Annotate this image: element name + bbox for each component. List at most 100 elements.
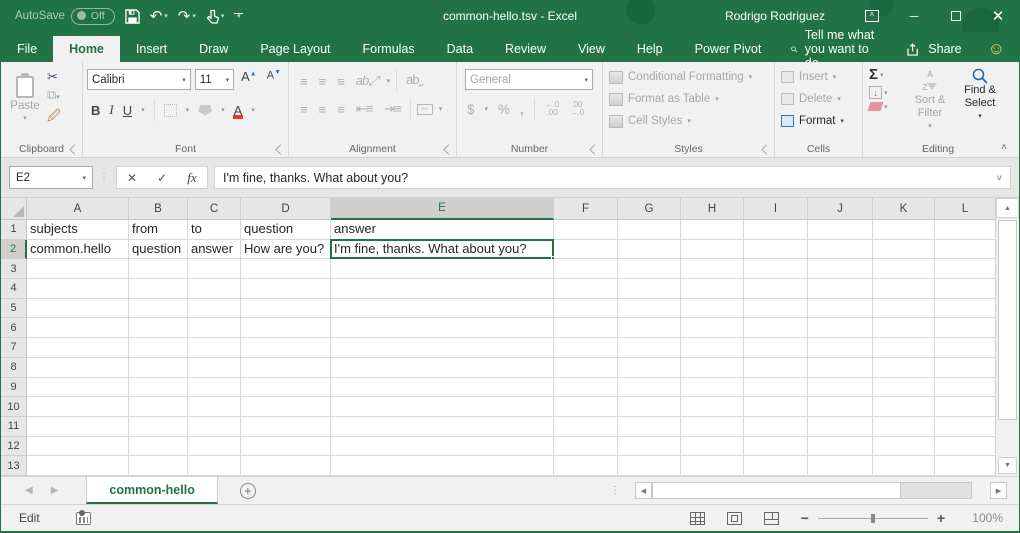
column-header-A[interactable]: A <box>27 198 129 220</box>
cell-L5[interactable] <box>935 299 996 319</box>
currency-dropdown-icon[interactable]: ▾ <box>485 105 489 113</box>
cell-B6[interactable] <box>129 318 188 338</box>
cell-A4[interactable] <box>27 279 129 299</box>
share-button[interactable]: Share <box>907 42 961 56</box>
cell-H12[interactable] <box>681 437 744 457</box>
cell-B3[interactable] <box>129 259 188 279</box>
previous-sheet-button[interactable]: ◀ <box>25 485 33 496</box>
cell-K10[interactable] <box>873 397 935 417</box>
horizontal-scroll-thumb[interactable] <box>653 483 901 498</box>
page-break-view-button[interactable] <box>764 512 779 525</box>
cell-G13[interactable] <box>618 456 681 476</box>
confirm-entry-button[interactable]: ✓ <box>147 171 177 185</box>
cell-K8[interactable] <box>873 358 935 378</box>
italic-button[interactable]: I <box>109 102 113 118</box>
cell-C10[interactable] <box>188 397 241 417</box>
cell-G4[interactable] <box>618 279 681 299</box>
cell-K6[interactable] <box>873 318 935 338</box>
scroll-down-button[interactable]: ▼ <box>998 457 1017 474</box>
fill-color-button[interactable] <box>198 105 212 116</box>
cell-I5[interactable] <box>744 299 808 319</box>
cell-H11[interactable] <box>681 417 744 437</box>
cell-J3[interactable] <box>808 259 873 279</box>
cell-B10[interactable] <box>129 397 188 417</box>
cell-L12[interactable] <box>935 437 996 457</box>
cell-D8[interactable] <box>241 358 331 378</box>
increase-decimal-button[interactable]: ←.0.00 <box>545 101 560 117</box>
cell-K12[interactable] <box>873 437 935 457</box>
cell-I11[interactable] <box>744 417 808 437</box>
vertical-scroll-thumb[interactable] <box>998 220 1017 420</box>
cell-F8[interactable] <box>554 358 618 378</box>
cell-G1[interactable] <box>618 220 681 240</box>
tab-file[interactable]: File <box>1 36 53 62</box>
cell-C7[interactable] <box>188 338 241 358</box>
cell-G2[interactable] <box>618 240 681 260</box>
row-header-5[interactable]: 5 <box>1 299 27 319</box>
redo-dropdown-icon[interactable]: ▾ <box>192 12 196 20</box>
top-align-button[interactable]: ≡ <box>297 74 310 89</box>
next-sheet-button[interactable]: ▶ <box>51 485 59 496</box>
cell-C12[interactable] <box>188 437 241 457</box>
wrap-text-button[interactable]: ab↵ <box>403 72 426 90</box>
cell-I2[interactable] <box>744 240 808 260</box>
customize-qat-button[interactable]: ▾ <box>234 13 243 19</box>
cell-K11[interactable] <box>873 417 935 437</box>
cell-E11[interactable] <box>331 417 554 437</box>
cell-K13[interactable] <box>873 456 935 476</box>
cell-L1[interactable] <box>935 220 996 240</box>
cell-G3[interactable] <box>618 259 681 279</box>
formula-bar-grip[interactable]: ⋮ <box>99 172 110 183</box>
column-header-E[interactable]: E <box>331 198 554 220</box>
decrease-font-size-button[interactable]: A▼ <box>264 69 284 90</box>
cell-F6[interactable] <box>554 318 618 338</box>
cell-B5[interactable] <box>129 299 188 319</box>
comma-format-button[interactable]: , <box>520 102 524 117</box>
cell-G6[interactable] <box>618 318 681 338</box>
cell-L13[interactable] <box>935 456 996 476</box>
row-header-12[interactable]: 12 <box>1 437 27 457</box>
cell-J5[interactable] <box>808 299 873 319</box>
cell-F11[interactable] <box>554 417 618 437</box>
cell-A11[interactable] <box>27 417 129 437</box>
tab-insert[interactable]: Insert <box>120 36 183 62</box>
cell-E3[interactable] <box>331 259 554 279</box>
zoom-in-button[interactable]: + <box>937 510 945 526</box>
row-header-10[interactable]: 10 <box>1 397 27 417</box>
cell-H5[interactable] <box>681 299 744 319</box>
align-left-button[interactable]: ≡ <box>297 102 310 117</box>
cell-K9[interactable] <box>873 378 935 398</box>
underline-button[interactable]: U <box>123 103 132 118</box>
vertical-scrollbar[interactable]: ▲ ▼ <box>995 198 1019 476</box>
normal-view-button[interactable] <box>690 512 705 525</box>
autosum-button[interactable]: Σ▾ <box>869 66 903 83</box>
cell-I7[interactable] <box>744 338 808 358</box>
touch-mouse-mode-button[interactable]: ▾ <box>206 9 225 24</box>
cancel-entry-button[interactable]: ✕ <box>117 171 147 185</box>
tab-page-layout[interactable]: Page Layout <box>244 36 346 62</box>
cell-B2[interactable]: question <box>129 240 188 260</box>
cell-E7[interactable] <box>331 338 554 358</box>
column-header-G[interactable]: G <box>618 198 681 220</box>
sort-filter-button[interactable]: AZ Sort & Filter ▾ <box>907 66 953 133</box>
cell-C6[interactable] <box>188 318 241 338</box>
column-header-B[interactable]: B <box>129 198 188 220</box>
cell-B4[interactable] <box>129 279 188 299</box>
cell-B7[interactable] <box>129 338 188 358</box>
cell-I4[interactable] <box>744 279 808 299</box>
expand-formula-bar-icon[interactable]: ˅ <box>997 173 1002 183</box>
cell-H3[interactable] <box>681 259 744 279</box>
cell-D11[interactable] <box>241 417 331 437</box>
scrollbar-grip[interactable]: ⋮ <box>610 485 621 496</box>
cell-E8[interactable] <box>331 358 554 378</box>
cell-J11[interactable] <box>808 417 873 437</box>
cell-L8[interactable] <box>935 358 996 378</box>
zoom-out-button[interactable]: − <box>801 510 809 526</box>
macro-record-button[interactable] <box>76 512 91 525</box>
cell-F10[interactable] <box>554 397 618 417</box>
cell-K2[interactable] <box>873 240 935 260</box>
cell-J7[interactable] <box>808 338 873 358</box>
cell-I6[interactable] <box>744 318 808 338</box>
autosave-toggle[interactable]: Off <box>71 8 115 25</box>
increase-font-size-button[interactable]: A▲ <box>238 69 260 90</box>
